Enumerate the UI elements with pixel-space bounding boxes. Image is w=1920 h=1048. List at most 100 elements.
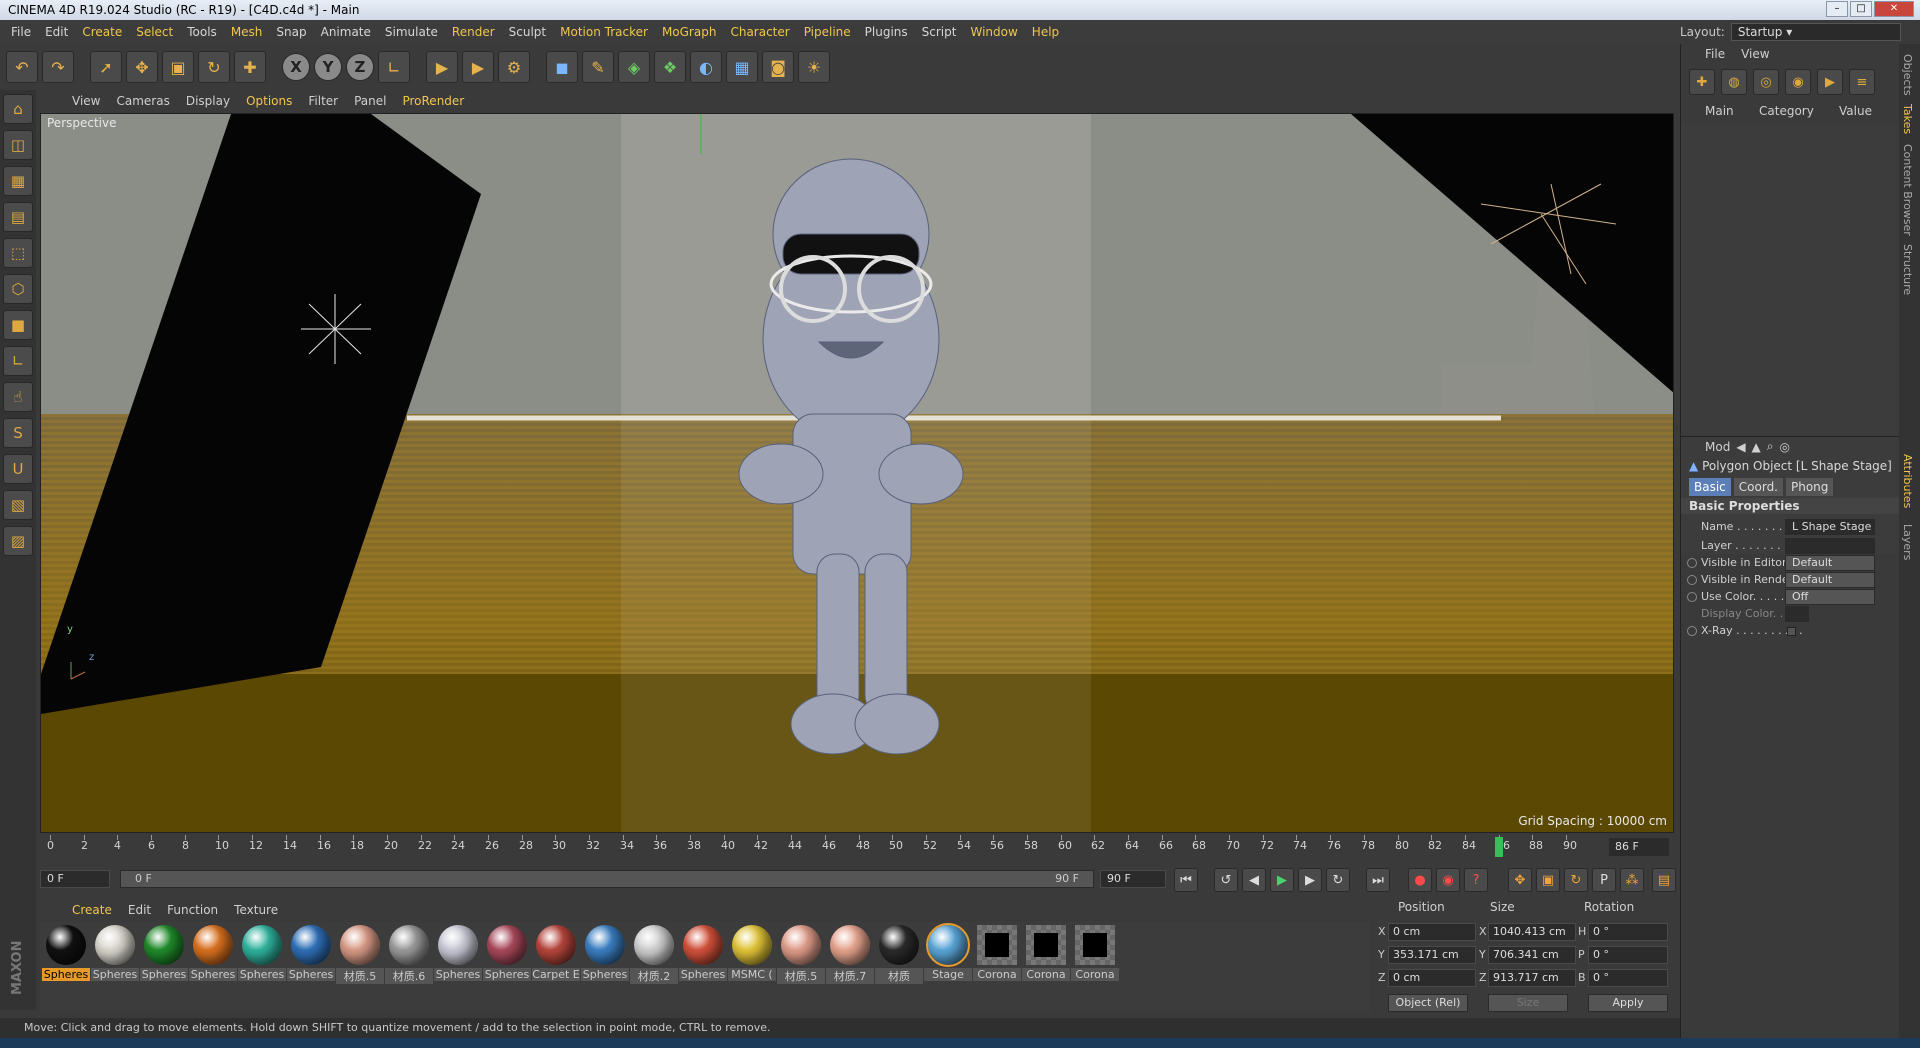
keyframe-selection-icon[interactable]: ? [1464, 868, 1488, 892]
size-mode-dropdown[interactable]: Size [1488, 994, 1568, 1012]
objects-menu-file[interactable]: File [1705, 47, 1725, 61]
menu-window[interactable]: Window [963, 25, 1024, 39]
attr-xray-checkbox[interactable] [1787, 627, 1796, 636]
size-y-field[interactable]: 706.341 cm [1488, 946, 1576, 964]
takes-override-icon[interactable]: ◍ [1721, 69, 1747, 95]
tweak-icon[interactable]: ☝ [3, 382, 33, 412]
floor-icon[interactable]: ▦ [726, 51, 758, 83]
viewport-menu-options[interactable]: Options [238, 94, 300, 108]
menu-plugins[interactable]: Plugins [858, 25, 915, 39]
radio-icon[interactable] [1687, 592, 1697, 602]
coordinate-mode-dropdown[interactable]: Object (Rel) [1388, 994, 1468, 1012]
material-item[interactable]: Spheres [238, 922, 286, 984]
menu-mograph[interactable]: MoGraph [655, 25, 724, 39]
preview-range-slider[interactable]: 0 F 90 F [120, 870, 1094, 888]
side-tab-attributes[interactable]: Attributes [1901, 454, 1914, 508]
model-mode-icon[interactable]: ◫ [3, 130, 33, 160]
material-item[interactable]: Spheres [581, 922, 629, 984]
attributes-mode-menu[interactable]: Mod [1705, 440, 1730, 454]
close-button[interactable]: ✕ [1874, 1, 1914, 17]
attr-back-icon[interactable]: ◀ [1736, 440, 1745, 454]
rot-p-field[interactable]: 0 ° [1588, 946, 1668, 964]
record-parameter-icon[interactable]: P [1592, 868, 1616, 892]
menu-motion-tracker[interactable]: Motion Tracker [553, 25, 655, 39]
rot-h-field[interactable]: 0 ° [1588, 923, 1668, 941]
radio-icon[interactable] [1687, 626, 1697, 636]
tab-basic[interactable]: Basic [1689, 478, 1731, 496]
pen-icon[interactable]: ✎ [582, 51, 614, 83]
attr-name-field[interactable]: L Shape Stage [1785, 519, 1875, 535]
timeline-playhead[interactable] [1495, 837, 1503, 857]
menu-tools[interactable]: Tools [180, 25, 224, 39]
cloner-icon[interactable]: ❖ [654, 51, 686, 83]
minimize-button[interactable]: – [1826, 1, 1848, 17]
apply-button[interactable]: Apply [1588, 994, 1668, 1012]
material-item[interactable]: Spheres [679, 922, 727, 984]
axis-mode-icon[interactable]: ∟ [3, 346, 33, 376]
tab-phong[interactable]: Phong [1786, 478, 1834, 496]
menu-create[interactable]: Create [75, 25, 129, 39]
material-item[interactable]: Spheres [140, 922, 188, 984]
start-frame-field[interactable]: 0 F [40, 870, 110, 888]
menu-snap[interactable]: Snap [269, 25, 313, 39]
objects-menu-view[interactable]: View [1741, 47, 1769, 61]
make-editable-icon[interactable]: ⌂ [3, 94, 33, 124]
viewport-menu-display[interactable]: Display [178, 94, 238, 108]
material-item[interactable]: 材质.2 [630, 922, 678, 984]
rotate-icon[interactable]: ↻ [198, 51, 230, 83]
render-picture-viewer-icon[interactable]: ▶ [462, 51, 494, 83]
side-tab-structure[interactable]: Structure [1901, 244, 1914, 295]
material-item[interactable]: Spheres [189, 922, 237, 984]
material-item[interactable]: Spheres [483, 922, 531, 984]
material-item[interactable]: 材质.6 [385, 922, 433, 984]
render-settings-icon[interactable]: ⚙ [498, 51, 530, 83]
viewport-menu-view[interactable]: View [64, 94, 108, 108]
material-item[interactable]: MSMC ( [728, 922, 776, 984]
material-item[interactable]: 材质 [875, 922, 923, 984]
attr-visible-editor-dropdown[interactable]: Default [1785, 555, 1875, 571]
move-tool-icon[interactable]: ✚ [234, 51, 266, 83]
go-to-end-icon[interactable]: ⏭ [1366, 868, 1390, 892]
material-menu-texture[interactable]: Texture [226, 903, 286, 917]
size-z-field[interactable]: 913.717 cm [1488, 969, 1576, 987]
go-to-start-icon[interactable]: ⏮ [1174, 868, 1198, 892]
end-frame-field[interactable]: 90 F [1100, 870, 1166, 888]
menu-edit[interactable]: Edit [38, 25, 75, 39]
takes-lock-icon[interactable]: ◉ [1785, 69, 1811, 95]
material-item[interactable]: Stage [924, 922, 972, 984]
side-tab-objects[interactable]: Objects [1901, 54, 1914, 96]
workplane-axis-icon[interactable]: ▨ [3, 526, 33, 556]
record-pla-icon[interactable]: ⁂ [1620, 868, 1644, 892]
menu-file[interactable]: File [4, 25, 38, 39]
menu-render[interactable]: Render [445, 25, 502, 39]
side-tab-layers[interactable]: Layers [1901, 524, 1914, 560]
redo-icon[interactable]: ↷ [42, 51, 74, 83]
polygons-mode-icon[interactable]: ■ [3, 310, 33, 340]
material-item[interactable]: 材质.7 [826, 922, 874, 984]
camera-icon[interactable]: ◙ [762, 51, 794, 83]
material-item[interactable]: Corona [1071, 922, 1119, 984]
light-icon[interactable]: ☀ [798, 51, 830, 83]
menu-character[interactable]: Character [723, 25, 796, 39]
menu-select[interactable]: Select [129, 25, 180, 39]
material-item[interactable]: Corona [973, 922, 1021, 984]
timeline-ruler[interactable]: 0 2 4 6 8 10 12 14 16 18 20 22 24 26 28 30 32 34 36 38 40 42 4… [40, 835, 1674, 859]
side-tab-takes[interactable]: Takes [1901, 104, 1914, 134]
material-menu-create[interactable]: Create [64, 903, 120, 917]
radio-icon[interactable] [1687, 558, 1697, 568]
next-frame-icon[interactable]: ▶ [1298, 868, 1322, 892]
record-rotation-icon[interactable]: ↻ [1564, 868, 1588, 892]
layout-dropdown[interactable]: Startup ▾ [1730, 23, 1901, 41]
scale-icon[interactable]: ▣ [162, 51, 194, 83]
next-key-icon[interactable]: ↻ [1326, 868, 1350, 892]
workplane-icon[interactable]: ▤ [3, 202, 33, 232]
viewport-menu-filter[interactable]: Filter [300, 94, 346, 108]
radio-icon[interactable] [1687, 575, 1697, 585]
material-item[interactable]: Corona [1022, 922, 1070, 984]
select-arrow-icon[interactable]: ➚ [90, 51, 122, 83]
autokey-icon[interactable]: ◉ [1436, 868, 1460, 892]
attr-layer-field[interactable] [1785, 538, 1875, 554]
menu-help[interactable]: Help [1025, 25, 1066, 39]
attr-search-icon[interactable]: ⌕ [1767, 439, 1774, 454]
y-axis-icon[interactable]: Y [314, 53, 342, 81]
